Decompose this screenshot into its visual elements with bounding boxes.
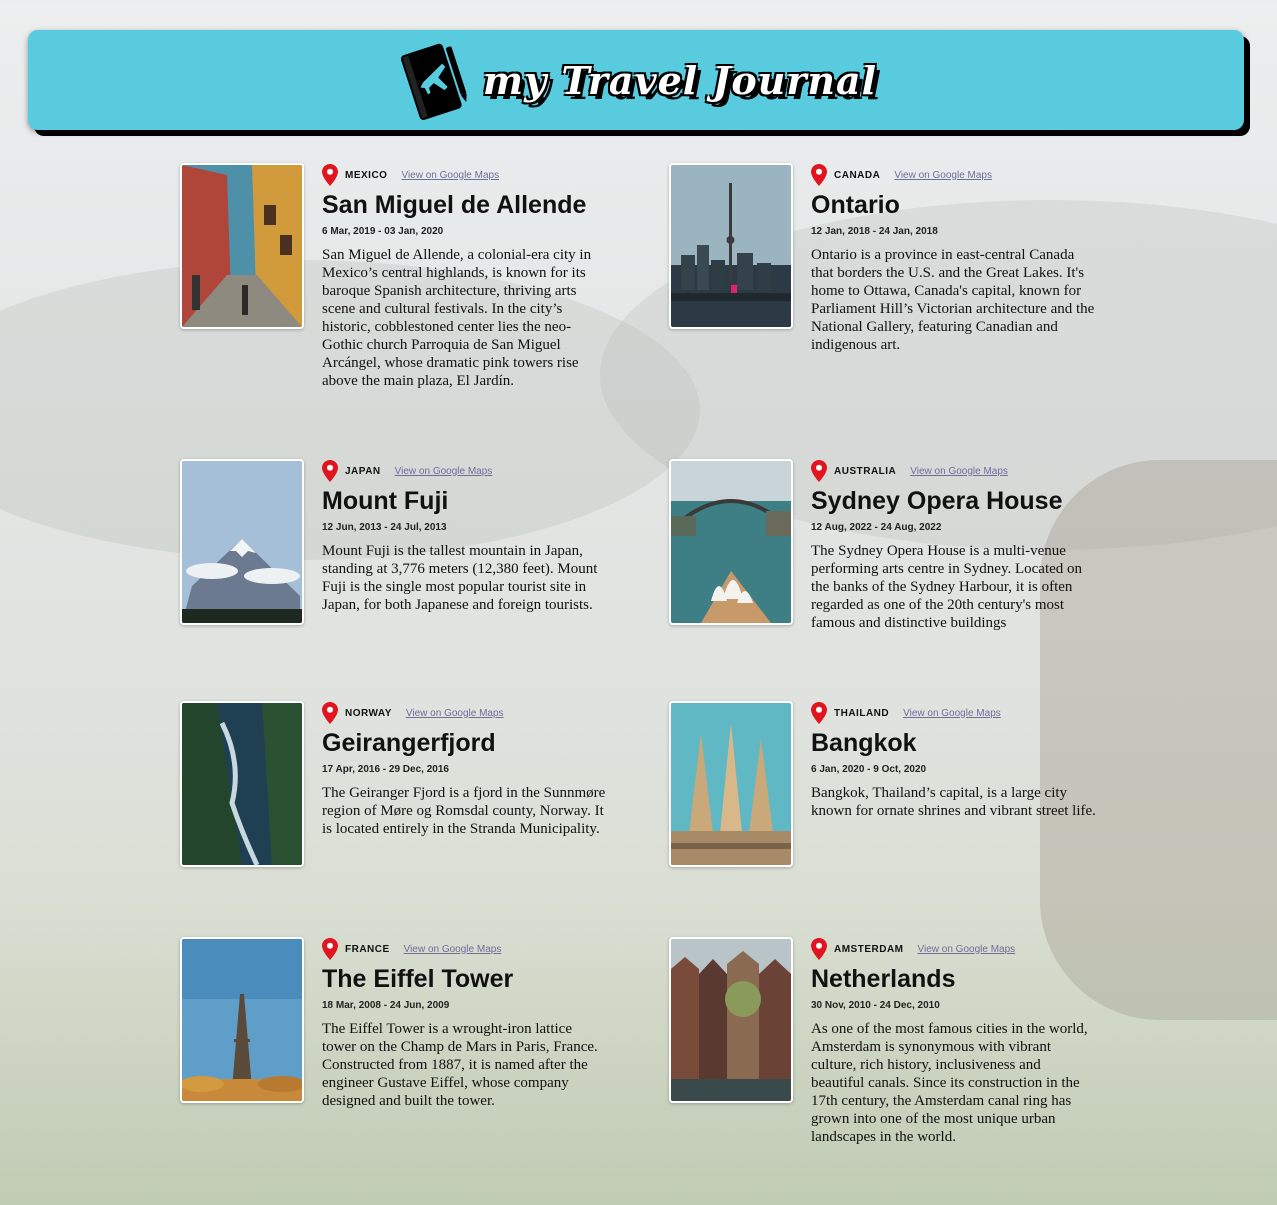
entry-dates: 18 Mar, 2008 - 24 Jun, 2009 [322,1000,450,1011]
entry-dates: 6 Mar, 2019 - 03 Jan, 2020 [322,226,444,237]
google-maps-link[interactable]: View on Google Maps [894,170,992,181]
google-maps-link[interactable]: View on Google Maps [406,708,504,719]
entry-description: The Sydney Opera House is a multi-venue … [811,543,1083,631]
entry-title: Ontario [811,191,900,219]
entry-country: CANADA [834,169,881,181]
location-pin-icon [811,164,827,186]
entry-dates: 12 Aug, 2022 - 24 Aug, 2022 [811,522,942,533]
entry-photo [180,163,304,329]
entry-photo [180,701,304,867]
entry-photo [669,163,793,329]
location-pin-icon [322,702,338,724]
google-maps-link[interactable]: View on Google Maps [903,708,1001,719]
location-pin-icon [322,164,338,186]
google-maps-link[interactable]: View on Google Maps [401,170,499,181]
entry-title: Netherlands [811,965,956,993]
location-pin-icon [811,460,827,482]
location-pin-icon [322,938,338,960]
entry-title: San Miguel de Allende [322,191,587,219]
entry-photo [180,937,304,1103]
google-maps-link[interactable]: View on Google Maps [918,944,1016,955]
google-maps-link[interactable]: View on Google Maps [910,466,1008,477]
entry-dates: 12 Jan, 2018 - 24 Jan, 2018 [811,226,938,237]
entry-description: The Geiranger Fjord is a fjord in the Su… [322,785,606,837]
location-pin-icon [811,938,827,960]
app-header: my Travel Journal [28,30,1244,130]
entry-title: Geirangerfjord [322,729,496,757]
entry-country: AUSTRALIA [834,465,897,477]
entry-description: Bangkok, Thailand’s capital, is a large … [811,785,1096,819]
entry-country: THAILAND [834,707,890,719]
entry-title: Mount Fuji [322,487,449,515]
entry-description: Ontario is a province in east-central Ca… [811,247,1095,353]
app-title: my Travel Journal [482,57,878,103]
entry-photo [669,937,793,1103]
location-pin-icon [811,702,827,724]
entry-description: Mount Fuji is the tallest mountain in Ja… [322,543,598,613]
entry-dates: 30 Nov, 2010 - 24 Dec, 2010 [811,1000,940,1011]
entry-title: Bangkok [811,729,917,757]
entry-description: The Eiffel Tower is a wrought-iron latti… [322,1021,598,1109]
entry-country: JAPAN [345,465,381,477]
entry-title: Sydney Opera House [811,487,1063,515]
entry-photo [669,459,793,625]
location-pin-icon [322,460,338,482]
entry-photo [669,701,793,867]
entry-country: NORWAY [345,707,392,719]
entry-description: As one of the most famous cities in the … [811,1021,1088,1145]
entry-description: San Miguel de Allende, a colonial-era ci… [322,247,592,389]
entry-country: MEXICO [345,169,388,181]
entry-title: The Eiffel Tower [322,965,514,993]
entry-dates: 17 Apr, 2016 - 29 Dec, 2016 [322,764,449,775]
entry-dates: 6 Jan, 2020 - 9 Oct, 2020 [811,764,927,775]
google-maps-link[interactable]: View on Google Maps [395,466,493,477]
entry-country: AMSTERDAM [834,943,904,955]
travel-journal-icon [400,43,467,120]
entry-photo [180,459,304,625]
google-maps-link[interactable]: View on Google Maps [404,944,502,955]
entry-dates: 12 Jun, 2013 - 24 Jul, 2013 [322,522,447,533]
entry-country: FRANCE [345,943,390,955]
